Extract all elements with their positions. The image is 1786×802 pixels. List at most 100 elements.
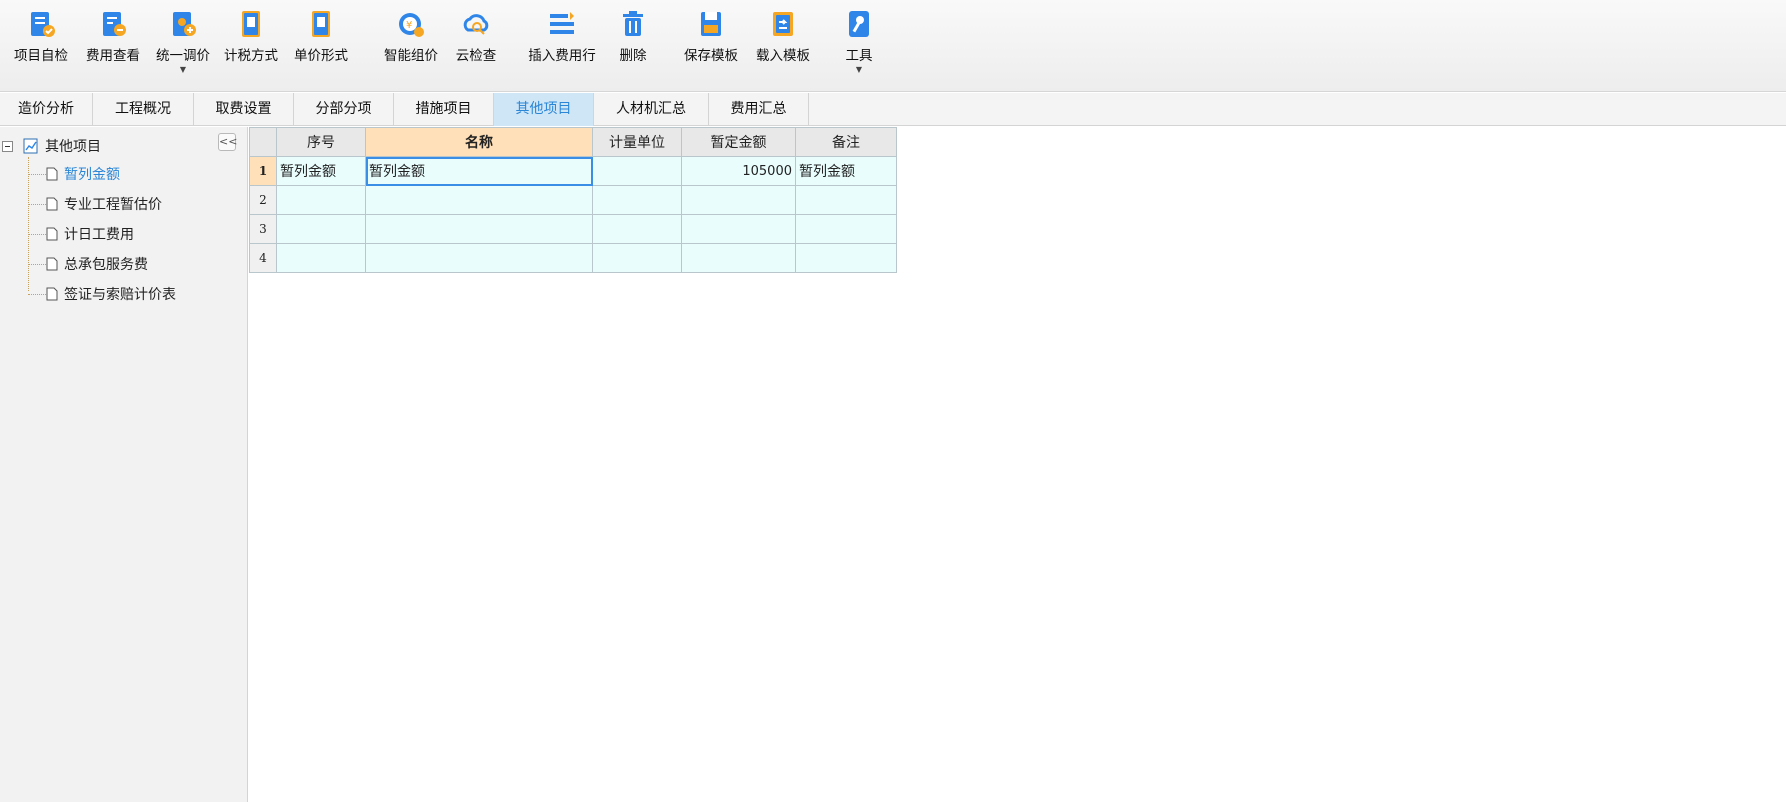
tax-calculator-icon <box>242 11 260 37</box>
sidebar-item-specialty-estimate[interactable]: 专业工程暂估价 <box>28 193 162 215</box>
smart-pricing-button[interactable]: ¥ 智能组价 <box>378 8 444 80</box>
toolbar-label: 计税方式 <box>224 48 278 64</box>
row-number[interactable]: 2 <box>249 185 277 215</box>
unit-price-form-button[interactable]: 单价形式 <box>290 8 352 80</box>
column-header-amount[interactable]: 暂定金额 <box>681 127 796 157</box>
toolbar-label: 云检查 <box>455 48 497 64</box>
tab-cost-analysis[interactable]: 造价分析 <box>0 93 93 126</box>
toolbar-label: 智能组价 <box>384 48 438 64</box>
toolbar-label: 载入模板 <box>756 48 810 64</box>
cell-amount[interactable] <box>681 243 796 273</box>
column-header-seq[interactable]: 序号 <box>276 127 366 157</box>
cloud-check-button[interactable]: 云检查 <box>450 8 502 80</box>
cell-name[interactable]: 暂列金额 <box>365 156 593 186</box>
tab-cost-summary[interactable]: 费用汇总 <box>709 93 809 126</box>
sidebar-item-label: 计日工费用 <box>64 227 134 243</box>
sidebar-item-label: 暂列金额 <box>64 167 120 183</box>
table-row[interactable]: 3 <box>249 214 897 244</box>
cell-note[interactable]: 暂列金额 <box>795 156 897 186</box>
tree-root-label: 其他项目 <box>45 139 101 155</box>
cell-unit[interactable] <box>592 185 682 215</box>
sidebar-item-provisional-sum[interactable]: 暂列金额 <box>28 163 120 185</box>
cell-amount[interactable]: 105000 <box>681 156 796 186</box>
table-row[interactable]: 4 <box>249 243 897 273</box>
load-template-button[interactable]: 载入模板 <box>750 8 816 80</box>
document-icon <box>46 167 58 181</box>
tab-other-items[interactable]: 其他项目 <box>494 93 594 126</box>
document-icon <box>46 227 58 241</box>
cell-note[interactable] <box>795 185 897 215</box>
tab-fee-settings[interactable]: 取费设置 <box>194 93 294 126</box>
sidebar-item-general-contract-service[interactable]: 总承包服务费 <box>28 253 148 275</box>
unit-price-icon <box>312 11 330 37</box>
tab-bar: 造价分析 工程概况 取费设置 分部分项 措施项目 其他项目 人材机汇总 费用汇总 <box>0 93 1786 126</box>
delete-button[interactable]: 删除 <box>612 8 654 80</box>
tab-project-overview[interactable]: 工程概况 <box>93 93 194 126</box>
row-number[interactable]: 1 <box>249 156 277 186</box>
tab-labor-material-summary[interactable]: 人材机汇总 <box>594 93 709 126</box>
toolbar-label: 费用查看 <box>86 48 140 64</box>
cell-seq[interactable] <box>276 185 366 215</box>
sidebar-item-daywork[interactable]: 计日工费用 <box>28 223 134 245</box>
cell-amount[interactable] <box>681 214 796 244</box>
unified-price-adjust-button[interactable]: 统一调价 ▼ <box>150 8 216 80</box>
toolbar-label: 保存模板 <box>684 48 738 64</box>
sidebar-item-label: 总承包服务费 <box>64 257 148 273</box>
chevron-down-icon[interactable]: ▼ <box>856 66 862 74</box>
load-template-icon <box>773 12 793 36</box>
collapse-toggle-icon[interactable] <box>2 140 13 152</box>
column-header-unit[interactable]: 计量单位 <box>592 127 682 157</box>
cell-amount[interactable] <box>681 185 796 215</box>
tree-root-other-items[interactable]: 其他项目 <box>0 135 101 157</box>
save-template-button[interactable]: 保存模板 <box>678 8 744 80</box>
column-header-note[interactable]: 备注 <box>795 127 897 157</box>
cell-name[interactable] <box>365 185 593 215</box>
cell-note[interactable] <box>795 214 897 244</box>
document-icon <box>46 287 58 301</box>
cell-note[interactable] <box>795 243 897 273</box>
toolbar-label: 项目自检 <box>14 48 68 64</box>
document-icon <box>46 257 58 271</box>
tax-method-button[interactable]: 计税方式 <box>220 8 282 80</box>
svg-text:¥: ¥ <box>406 20 412 31</box>
tools-button[interactable]: 工具 ▼ <box>836 8 882 80</box>
smart-price-icon: ¥ <box>399 13 424 37</box>
adjust-price-icon <box>173 12 196 36</box>
insert-row-icon <box>550 12 574 34</box>
sidebar-item-label: 签证与索赔计价表 <box>64 287 176 303</box>
toolbar: 项目自检 费用查看 统一调价 ▼ 计税方式 单价形式 ¥ 智能组价 云检查 插入… <box>0 0 1786 92</box>
tab-measures[interactable]: 措施项目 <box>394 93 494 126</box>
table-row[interactable]: 1 暂列金额 暂列金额 105000 暂列金额 <box>249 156 897 186</box>
other-items-table: 序号 名称 计量单位 暂定金额 备注 1 暂列金额 暂列金额 105000 暂列… <box>249 127 897 273</box>
tab-sub-items[interactable]: 分部分项 <box>294 93 394 126</box>
table-row[interactable]: 2 <box>249 185 897 215</box>
toolbar-label: 工具 <box>845 48 873 64</box>
sidebar-item-visa-claims[interactable]: 签证与索赔计价表 <box>28 283 176 305</box>
save-template-icon <box>701 12 721 36</box>
cell-seq[interactable] <box>276 243 366 273</box>
column-header-name[interactable]: 名称 <box>365 127 593 157</box>
trash-icon <box>623 11 643 36</box>
toolbar-label: 删除 <box>619 48 647 64</box>
table-corner[interactable] <box>249 127 277 157</box>
cell-unit[interactable] <box>592 214 682 244</box>
row-number[interactable]: 4 <box>249 243 277 273</box>
project-self-check-button[interactable]: 项目自检 <box>8 8 74 80</box>
cell-unit[interactable] <box>592 156 682 186</box>
cell-name[interactable] <box>365 243 593 273</box>
cell-unit[interactable] <box>592 243 682 273</box>
document-search-icon <box>103 12 126 36</box>
insert-cost-row-button[interactable]: 插入费用行 <box>524 8 600 80</box>
table-header-row: 序号 名称 计量单位 暂定金额 备注 <box>249 127 897 157</box>
row-number[interactable]: 3 <box>249 214 277 244</box>
cell-seq[interactable] <box>276 214 366 244</box>
tools-icon <box>849 11 869 37</box>
collapse-sidebar-button[interactable]: << <box>218 133 237 151</box>
cell-seq[interactable]: 暂列金额 <box>276 156 366 186</box>
clipboard-check-icon <box>31 12 55 37</box>
chart-doc-icon <box>23 138 38 154</box>
chevron-down-icon[interactable]: ▼ <box>180 66 186 74</box>
cell-name[interactable] <box>365 214 593 244</box>
cost-view-button[interactable]: 费用查看 <box>80 8 146 80</box>
sidebar-item-label: 专业工程暂估价 <box>64 197 162 213</box>
